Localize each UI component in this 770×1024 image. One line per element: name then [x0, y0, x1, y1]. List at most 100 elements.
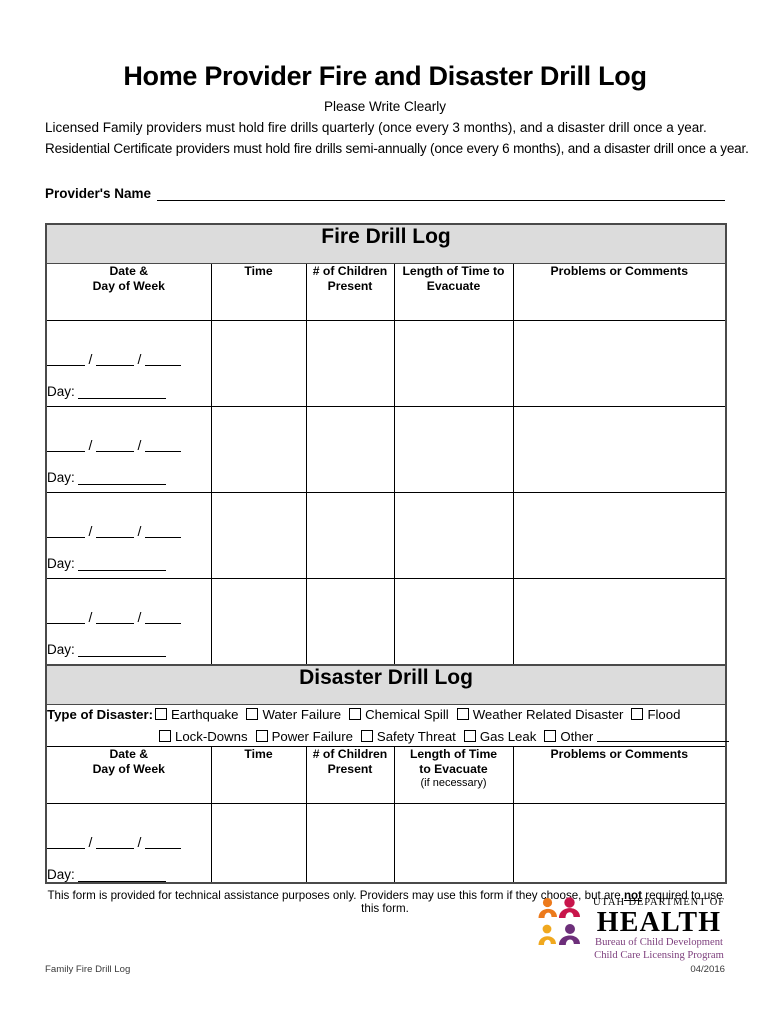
day-label: Day: [47, 641, 75, 657]
fire-row-3-children-cell[interactable] [305, 491, 395, 579]
checkbox-icon[interactable] [155, 708, 168, 721]
disaster-type-options-row-2: Lock-Downs Power Failure Safety Threat G… [47, 727, 730, 746]
fire-col-children: # of Children Present [305, 262, 395, 321]
checkbox-option-gas-leak[interactable]: Gas Leak [463, 729, 536, 743]
day-blank[interactable] [77, 386, 166, 399]
day-blank[interactable] [77, 644, 166, 657]
checkbox-icon[interactable] [631, 708, 644, 721]
disaster-type-label: Type of Disaster: [47, 706, 154, 722]
date-month-blank[interactable] [47, 525, 85, 538]
fire-row-2-date-cell[interactable]: / / Day: [45, 405, 212, 493]
intro-line-1: Licensed Family providers must hold fire… [45, 119, 707, 135]
date-month-blank[interactable] [47, 439, 85, 452]
date-blanks: / / [47, 437, 211, 452]
checkbox-icon[interactable] [159, 730, 171, 743]
day-blank[interactable] [77, 472, 166, 485]
disaster-row-1-length-cell[interactable] [393, 802, 514, 884]
fire-row-1-comments-cell[interactable] [512, 319, 727, 407]
checkbox-option-earthquake[interactable]: Earthquake [155, 706, 239, 722]
footer-revision-date: 04/2016 [690, 964, 725, 975]
fire-col-date-line1: Date & [109, 263, 149, 278]
fire-row-4-date-cell[interactable]: / / Day: [45, 577, 212, 666]
checkbox-icon[interactable] [349, 708, 362, 721]
fire-row-2-children-cell[interactable] [305, 405, 395, 493]
date-day-blank[interactable] [96, 611, 134, 624]
checkbox-icon[interactable] [360, 730, 373, 743]
checkbox-option-weather-related-disaster[interactable]: Weather Related Disaster [456, 706, 624, 722]
disaster-col-children-line1: # of Children [312, 746, 388, 761]
checkbox-label: Power Failure [271, 728, 353, 744]
checkbox-option-flood[interactable]: Flood [631, 706, 681, 722]
checkbox-option-chemical-spill[interactable]: Chemical Spill [349, 707, 449, 721]
date-slash-2: / [137, 522, 142, 539]
fire-row-4-children-cell[interactable] [305, 577, 395, 666]
disaster-row-1-time-cell[interactable] [210, 802, 307, 884]
date-year-blank[interactable] [145, 836, 181, 849]
day-blank[interactable] [77, 869, 166, 882]
date-day-blank[interactable] [96, 439, 134, 452]
logo-people-icon [536, 896, 588, 950]
day-label: Day: [47, 555, 75, 571]
logo-line-bureau: Bureau of Child Development [595, 937, 723, 949]
date-month-blank[interactable] [47, 611, 85, 624]
date-month-blank[interactable] [47, 353, 85, 366]
fire-row-4-comments-cell[interactable] [512, 577, 727, 666]
date-year-blank[interactable] [145, 611, 181, 624]
date-day-blank[interactable] [96, 353, 134, 366]
checkbox-option-power-failure[interactable]: Power Failure [255, 728, 353, 744]
day-blank[interactable] [77, 558, 166, 571]
table-row: / / Day: [45, 802, 727, 884]
fire-row-1-time-cell[interactable] [210, 319, 307, 407]
fire-row-3-date-cell[interactable]: / / Day: [45, 491, 212, 579]
fire-row-1-date-cell[interactable]: / / Day: [45, 319, 212, 407]
utah-health-logo: UTAH DEPARTMENT OF HEALTH Bureau of Chil… [536, 896, 725, 961]
disaster-row-1-date-cell[interactable]: / / Day: [45, 802, 212, 884]
checkbox-icon[interactable] [255, 730, 268, 743]
checkbox-option-safety-threat[interactable]: Safety Threat [360, 729, 456, 743]
date-day-blank[interactable] [96, 836, 134, 849]
disaster-col-comments: Problems or Comments [512, 745, 727, 804]
intro-line-2: Residential Certificate providers must h… [45, 141, 749, 157]
checkbox-label: Lock-Downs [175, 728, 248, 744]
fire-row-2-comments-cell[interactable] [512, 405, 727, 493]
fire-col-date-line2: Day of Week [92, 278, 165, 293]
checkbox-icon[interactable] [463, 730, 476, 743]
checkbox-label: Weather Related Disaster [472, 706, 624, 722]
checkbox-option-water-failure[interactable]: Water Failure [246, 707, 341, 721]
date-slash-1: / [88, 608, 93, 625]
day-of-week-line: Day: [47, 867, 211, 882]
checkbox-icon[interactable] [456, 708, 469, 721]
disaster-row-1-children-cell[interactable] [305, 802, 395, 884]
date-year-blank[interactable] [145, 353, 181, 366]
disaster-col-length-line1: Length of Time [409, 746, 498, 761]
fire-row-2-length-cell[interactable] [393, 405, 514, 493]
provider-name-input[interactable] [157, 187, 725, 201]
fire-row-1-length-cell[interactable] [393, 319, 514, 407]
fire-row-1-children-cell[interactable] [305, 319, 395, 407]
fire-row-2-time-cell[interactable] [210, 405, 307, 493]
table-row: / / Day: [45, 405, 727, 493]
date-year-blank[interactable] [145, 525, 181, 538]
date-month-blank[interactable] [47, 836, 85, 849]
checkbox-label: Flood [647, 706, 681, 722]
checkbox-option-lock-downs[interactable]: Lock-Downs [159, 728, 248, 744]
fire-drill-log-table: Fire Drill Log Date & Day of Week Time #… [45, 222, 728, 666]
fire-row-3-length-cell[interactable] [393, 491, 514, 579]
date-year-blank[interactable] [145, 439, 181, 452]
table-row: / / Day: [45, 491, 727, 579]
date-day-blank[interactable] [96, 525, 134, 538]
disaster-row-1-comments-cell[interactable] [512, 802, 727, 884]
fire-row-3-time-cell[interactable] [210, 491, 307, 579]
other-disaster-input[interactable] [597, 730, 730, 743]
fire-row-3-comments-cell[interactable] [512, 491, 727, 579]
fire-drill-header-row: Date & Day of Week Time # of Children Pr… [45, 262, 727, 321]
disaster-col-children-line2: Present [327, 761, 373, 776]
fire-row-4-length-cell[interactable] [393, 577, 514, 666]
checkbox-icon[interactable] [544, 730, 557, 743]
fire-row-4-time-cell[interactable] [210, 577, 307, 666]
date-blanks: / / [47, 523, 211, 538]
checkbox-icon[interactable] [246, 708, 259, 721]
checkbox-option-other[interactable]: Other [544, 729, 730, 743]
fire-col-comments: Problems or Comments [512, 262, 727, 321]
checkbox-label: Earthquake [171, 706, 239, 722]
